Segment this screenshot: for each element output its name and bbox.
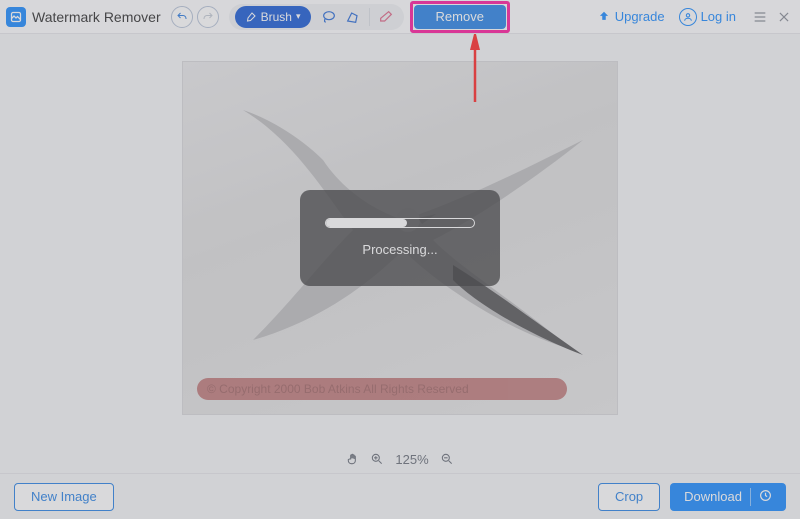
divider — [369, 8, 370, 26]
undo-button[interactable] — [171, 6, 193, 28]
app-title: Watermark Remover — [32, 9, 161, 25]
watermark-text: © Copyright 2000 Bob Atkins All Rights R… — [207, 382, 469, 396]
brush-label: Brush — [261, 10, 292, 24]
upgrade-label: Upgrade — [615, 9, 665, 24]
brush-tool-dropdown[interactable]: Brush ▾ — [235, 6, 311, 28]
redo-button[interactable] — [197, 6, 219, 28]
tool-group: Brush ▾ — [229, 4, 404, 30]
zoom-in-icon[interactable] — [365, 447, 389, 471]
canvas-area: © Copyright 2000 Bob Atkins All Rights R… — [0, 34, 800, 441]
login-link[interactable]: Log in — [679, 8, 736, 26]
upgrade-link[interactable]: Upgrade — [597, 9, 665, 24]
zoom-out-icon[interactable] — [435, 447, 459, 471]
processing-modal: Processing... — [300, 190, 500, 286]
image-canvas[interactable]: © Copyright 2000 Bob Atkins All Rights R… — [182, 61, 618, 415]
polygon-tool[interactable] — [341, 6, 365, 28]
app-logo-icon — [6, 7, 26, 27]
login-label: Log in — [701, 9, 736, 24]
download-button[interactable]: Download — [670, 483, 786, 511]
user-icon — [679, 8, 697, 26]
new-image-button[interactable]: New Image — [14, 483, 114, 511]
remove-button-wrap: Remove — [414, 5, 506, 29]
close-window-icon[interactable] — [774, 7, 794, 27]
processing-label: Processing... — [362, 242, 437, 257]
progress-fill — [326, 219, 407, 227]
divider — [750, 488, 751, 506]
hamburger-menu-icon[interactable] — [750, 7, 770, 27]
watermark-selection: © Copyright 2000 Bob Atkins All Rights R… — [197, 378, 567, 400]
clock-icon — [759, 489, 772, 505]
crop-button[interactable]: Crop — [598, 483, 660, 511]
lasso-tool[interactable] — [317, 6, 341, 28]
top-toolbar: Watermark Remover Brush ▾ Remove Upgrade — [0, 0, 800, 34]
zoom-bar: 125% — [0, 445, 800, 473]
remove-button[interactable]: Remove — [414, 5, 506, 29]
chevron-down-icon: ▾ — [296, 11, 301, 22]
pan-hand-icon[interactable] — [341, 447, 365, 471]
eraser-tool[interactable] — [374, 6, 398, 28]
progress-bar — [325, 218, 475, 228]
zoom-level-label: 125% — [395, 452, 428, 467]
bottom-bar: New Image Crop Download — [0, 473, 800, 519]
download-label: Download — [684, 489, 742, 504]
